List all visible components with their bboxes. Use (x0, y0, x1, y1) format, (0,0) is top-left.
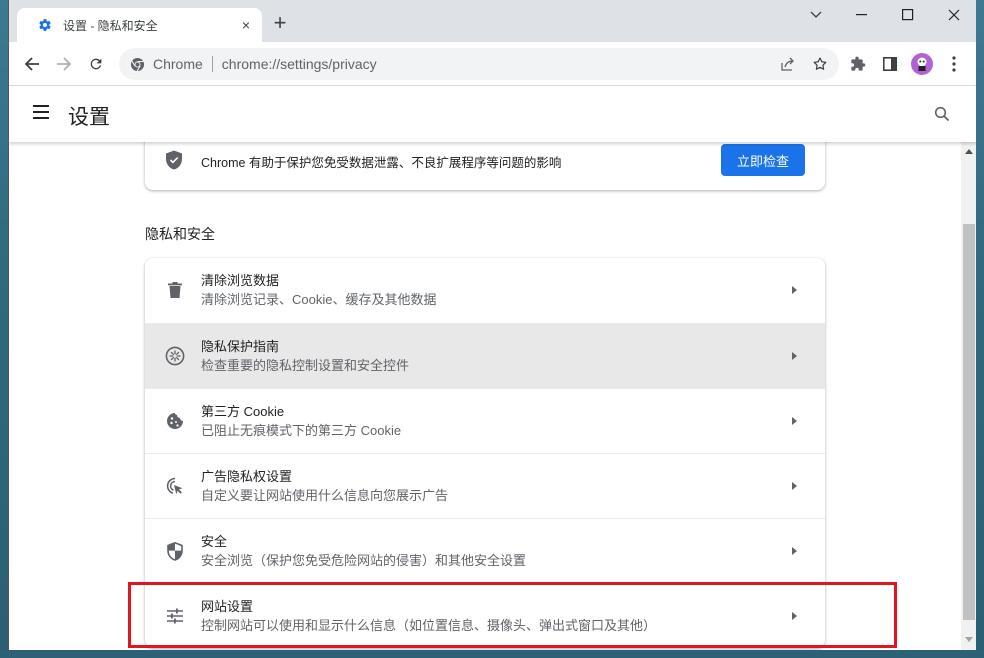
security-shield-icon (165, 541, 185, 561)
minimize-button[interactable] (847, 4, 877, 26)
chevron-right-icon (792, 612, 797, 620)
hamburger-icon-bar (33, 105, 49, 107)
chevron-right-icon (792, 482, 797, 490)
url-text[interactable]: chrome://settings/privacy (222, 56, 377, 72)
list-item-privacy-guide[interactable]: 隐私保护指南 检查重要的隐私控制设置和安全控件 (145, 323, 825, 388)
omnibox-divider (211, 56, 213, 72)
avatar (911, 53, 933, 75)
hamburger-icon-bar (33, 111, 49, 113)
chevron-right-icon (792, 286, 797, 294)
list-item-site-settings[interactable]: 网站设置 控制网站可以使用和显示什么信息（如位置信息、摄像头、弹出式窗口及其他） (145, 583, 825, 648)
item-description: 控制网站可以使用和显示什么信息（如位置信息、摄像头、弹出式窗口及其他） (201, 618, 657, 633)
chevron-right-icon (792, 547, 797, 555)
close-icon (948, 9, 960, 21)
chevron-right-icon (792, 352, 797, 360)
ad-privacy-icon (165, 476, 185, 496)
tab-title: 设置 - 隐私和安全 (63, 18, 158, 33)
list-item-ad-privacy[interactable]: 广告隐私权设置 自定义要让网站使用什么信息向您展示广告 (145, 453, 825, 518)
trash-icon (165, 280, 185, 300)
item-label: 第三方 Cookie (201, 404, 285, 419)
settings-header: 设置 (9, 86, 976, 142)
back-button[interactable] (21, 53, 43, 75)
item-description: 安全浏览（保护您免受危险网站的侵害）和其他安全设置 (201, 553, 527, 568)
item-label: 隐私保护指南 (201, 339, 280, 354)
scroll-up-arrow-icon[interactable] (965, 149, 973, 154)
menu-button[interactable] (943, 53, 965, 75)
item-description: 检查重要的隐私控制设置和安全控件 (201, 358, 410, 373)
forward-button[interactable] (53, 53, 75, 75)
item-description: 清除浏览记录、Cookie、缓存及其他数据 (201, 292, 437, 307)
new-tab-button[interactable]: + (271, 12, 289, 34)
browser-toolbar: Chrome chrome://settings/privacy (9, 42, 976, 86)
maximize-button[interactable] (893, 4, 923, 26)
site-label: Chrome (153, 56, 203, 72)
privacy-guide-icon (165, 346, 185, 366)
reload-icon (90, 58, 102, 70)
tab-settings-privacy[interactable]: 设置 - 隐私和安全 × (17, 8, 262, 42)
list-item-third-party-cookies[interactable]: 第三方 Cookie 已阻止无痕模式下的第三方 Cookie (145, 388, 825, 453)
hamburger-icon-bar (33, 117, 49, 119)
page-title: 设置 (68, 106, 110, 129)
item-label: 安全 (201, 534, 228, 549)
bookmark-button[interactable] (811, 55, 829, 73)
address-bar[interactable]: Chrome chrome://settings/privacy (119, 48, 839, 80)
browser-window: 设置 - 隐私和安全 × + Chrome chrome://settings/… (8, 0, 976, 650)
settings-gear-icon (37, 17, 53, 33)
profile-button[interactable] (911, 53, 933, 75)
close-window-button[interactable] (939, 4, 969, 26)
tab-strip: 设置 - 隐私和安全 × + (9, 0, 976, 42)
minimize-icon (856, 14, 867, 16)
safety-check-card: Chrome 有助于保护您免受数据泄露、不良扩展程序等问题的影响 立即检查 (145, 142, 825, 190)
maximize-icon (902, 9, 914, 21)
side-panel-button[interactable] (879, 53, 901, 75)
privacy-settings-list: 清除浏览数据 清除浏览记录、Cookie、缓存及其他数据 隐私保护指南 检查重要… (145, 258, 825, 648)
item-label: 广告隐私权设置 (201, 469, 293, 484)
check-now-button[interactable]: 立即检查 (721, 144, 805, 176)
item-label: 清除浏览数据 (201, 273, 280, 288)
desktop-background (0, 650, 984, 658)
scrollbar-thumb[interactable] (963, 224, 975, 620)
share-icon (781, 57, 794, 71)
item-description: 自定义要让网站使用什么信息向您展示广告 (201, 488, 449, 503)
search-settings-button[interactable] (932, 104, 952, 124)
list-item-security[interactable]: 安全 安全浏览（保护您免受危险网站的侵害）和其他安全设置 (145, 518, 825, 583)
puzzle-icon (851, 56, 866, 71)
share-button[interactable] (779, 55, 797, 73)
page-scrollbar[interactable] (961, 142, 976, 650)
arrow-left-icon (24, 57, 39, 71)
main-menu-button[interactable] (33, 105, 51, 123)
side-panel-icon (883, 57, 897, 71)
item-description: 已阻止无痕模式下的第三方 Cookie (201, 423, 402, 438)
tab-close-button[interactable]: × (238, 17, 254, 33)
star-icon (813, 57, 827, 70)
cookie-icon (165, 411, 185, 431)
settings-content: Chrome 有助于保护您免受数据泄露、不良扩展程序等问题的影响 立即检查 隐私… (9, 142, 961, 650)
scroll-down-arrow-icon[interactable] (965, 637, 973, 642)
tab-search-button[interactable] (801, 4, 831, 26)
chevron-right-icon (792, 417, 797, 425)
list-item-clear-browsing-data[interactable]: 清除浏览数据 清除浏览记录、Cookie、缓存及其他数据 (145, 258, 825, 323)
arrow-right-icon (57, 57, 72, 71)
chrome-logo-icon (129, 56, 145, 72)
search-icon (934, 106, 950, 122)
extensions-button[interactable] (847, 53, 869, 75)
section-title-privacy: 隐私和安全 (145, 226, 215, 242)
chevron-down-icon (810, 11, 822, 18)
more-vert-icon (952, 56, 956, 72)
safety-check-text: Chrome 有助于保护您免受数据泄露、不良扩展程序等问题的影响 (201, 156, 562, 170)
reload-button[interactable] (85, 53, 107, 75)
shield-check-icon (165, 150, 185, 170)
tune-icon (165, 606, 185, 626)
item-label: 网站设置 (201, 599, 254, 614)
